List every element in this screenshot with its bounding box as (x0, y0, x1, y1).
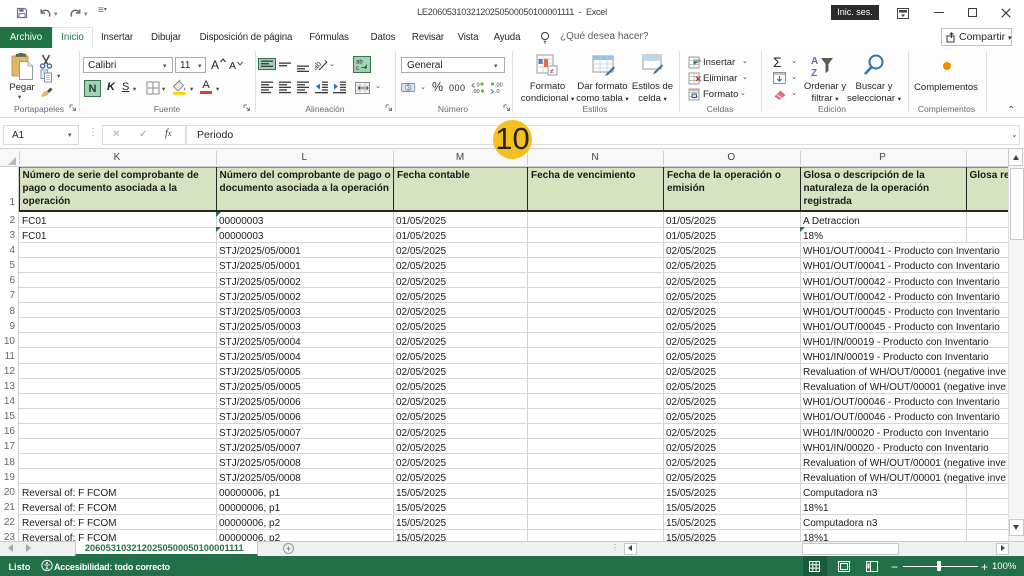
svg-text:c: c (356, 66, 359, 71)
svg-text:≠: ≠ (550, 69, 554, 76)
svg-text:A: A (811, 56, 818, 67)
svg-text:.0: .0 (495, 89, 500, 94)
svg-text:.0: .0 (475, 83, 480, 89)
svg-text:Z: Z (811, 68, 817, 78)
svg-text:$: $ (407, 85, 411, 92)
svg-text:.00: .00 (472, 89, 480, 94)
svg-text:.00: .00 (495, 83, 503, 89)
svg-text:ab: ab (356, 60, 363, 66)
